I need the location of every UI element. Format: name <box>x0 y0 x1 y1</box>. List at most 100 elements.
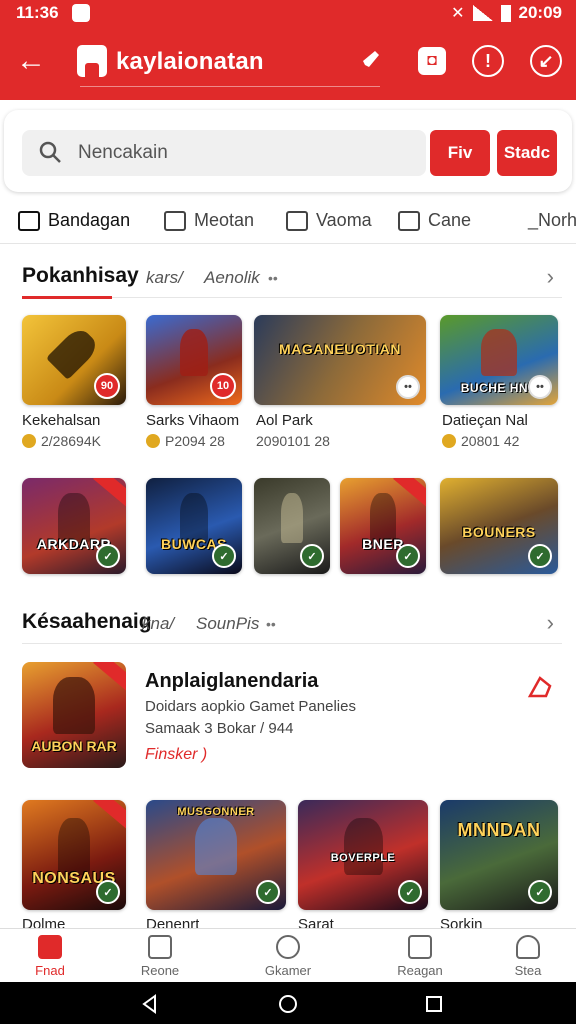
nav-profile[interactable]: Stea <box>478 935 576 978</box>
featured-title[interactable]: Anplaiglanendaria <box>145 670 318 693</box>
filter-button[interactable]: Fiv <box>430 130 490 176</box>
game-tile[interactable]: NONSAUS ✓ <box>22 800 126 910</box>
game-badge: ✓ <box>256 880 280 904</box>
game-tile[interactable]: ARKDARR ✓ <box>22 478 126 574</box>
section-divider <box>112 297 562 298</box>
game-badge: ✓ <box>96 880 120 904</box>
game-name[interactable]: Aol Park <box>256 412 313 429</box>
bookmark-icon <box>286 210 308 231</box>
search-icon <box>39 141 61 163</box>
nav-label: Reone <box>140 963 180 978</box>
back-arrow-icon[interactable]: ← <box>14 44 48 78</box>
coin-icon <box>146 434 160 448</box>
nav-label: Stea <box>514 963 542 978</box>
game-meta-value: 20801 42 <box>461 433 520 449</box>
system-back-icon[interactable] <box>140 994 160 1014</box>
app-bar: ← kaylaionatan ◘ ! ↙ <box>0 36 576 90</box>
tab-label: Cane <box>428 210 472 230</box>
game-tile[interactable]: ✓ <box>254 478 330 574</box>
tab-norh[interactable]: _Norh <box>528 210 576 231</box>
game-tile[interactable]: MUSGONNER ✓ <box>146 800 286 910</box>
game-badge: ✓ <box>212 544 236 568</box>
map-icon <box>164 210 186 231</box>
game-figure <box>53 676 95 735</box>
rocket-icon[interactable] <box>352 44 386 78</box>
book-icon <box>18 210 40 231</box>
game-tile[interactable]: MAGANEUOTIAN •• <box>254 315 426 405</box>
game-meta: P2094 28 <box>146 433 225 449</box>
nav-label: Gkamer <box>264 963 312 978</box>
game-art-title: MNNDAN <box>457 820 541 840</box>
nav-label: Reagan <box>397 963 443 978</box>
app-logo <box>77 45 107 77</box>
nav-chat[interactable]: Gkamer <box>238 935 338 978</box>
nav-calendar[interactable]: Reagan <box>370 935 470 978</box>
tab-cane[interactable]: Cane <box>398 210 471 231</box>
tab-vaoma[interactable]: Vaoma <box>286 210 372 231</box>
section-subtitle: kars/ <box>146 268 183 287</box>
game-badge: ✓ <box>528 880 552 904</box>
tab-label: Vaoma <box>316 210 372 230</box>
game-name[interactable]: Dolme <box>22 916 65 928</box>
chevron-right-icon[interactable]: › <box>547 610 554 636</box>
game-badge: ✓ <box>300 544 324 568</box>
game-meta: 2090101 28 <box>256 433 330 449</box>
game-name[interactable]: Sarat <box>298 916 334 928</box>
game-tile[interactable]: MNNDAN ✓ <box>440 800 558 910</box>
game-figure <box>280 493 304 544</box>
game-meta-value: 2090101 28 <box>256 433 330 449</box>
game-name[interactable]: Datieçan Nal <box>442 412 528 429</box>
nav-home[interactable]: Fnad <box>0 935 100 978</box>
section-underline <box>22 296 112 299</box>
featured-details: Samaak 3 Bokar / 944 <box>145 720 294 737</box>
game-art-title: MAGANEUOTIAN <box>279 341 401 357</box>
wishlist-icon[interactable] <box>526 672 556 702</box>
section-recommended-header[interactable]: Késaahenaig kna/ SounPis •• › <box>0 604 576 644</box>
tab-label: Meotan <box>194 210 255 230</box>
status-bar: 11:36 ✕ 20:09 <box>0 0 576 26</box>
game-name[interactable]: Sorkin <box>440 916 483 928</box>
game-art-title: MUSGONNER <box>177 806 255 818</box>
game-name[interactable]: Denenrt <box>146 916 199 928</box>
featured-artwork[interactable]: AUBON RAR <box>22 662 126 768</box>
game-tile[interactable]: BNER ✓ <box>340 478 426 574</box>
compass-icon[interactable]: ↙ <box>530 45 562 77</box>
section-popular-header[interactable]: Pokanhisay kars/ Aenolik •• › <box>0 258 576 299</box>
game-name[interactable]: Sarks Vihaom <box>146 412 239 429</box>
system-recents-icon[interactable] <box>424 994 444 1014</box>
tab-bandagan[interactable]: Bandagan <box>18 210 130 231</box>
sort-button[interactable]: Stadc <box>497 130 557 176</box>
game-badge: ✓ <box>528 544 552 568</box>
notification-icon <box>72 4 90 22</box>
featured-link[interactable]: Finsker ) <box>145 746 207 764</box>
game-art-title: BOVERPLE <box>330 852 396 864</box>
game-figure <box>195 817 237 875</box>
game-badge: ✓ <box>398 880 422 904</box>
chevron-right-icon[interactable]: › <box>547 264 554 290</box>
nav-label: Fnad <box>35 963 65 978</box>
top-bar: 11:36 ✕ 20:09 ← kaylaionatan ◘ ! ↙ <box>0 0 576 100</box>
profile-icon <box>516 935 540 959</box>
section-title: Pokanhisay <box>22 264 139 287</box>
status-right-time: 20:09 <box>518 3 562 22</box>
game-tile[interactable]: 10 <box>146 315 242 405</box>
game-tile[interactable]: BUWCAS ✓ <box>146 478 242 574</box>
game-meta: 2/28694K <box>22 433 101 449</box>
game-meta-value: 2/28694K <box>41 433 101 449</box>
camera-icon[interactable]: ◘ <box>418 47 446 75</box>
game-tile[interactable]: BOVERPLE ✓ <box>298 800 428 910</box>
search-input[interactable] <box>78 130 408 176</box>
info-icon[interactable]: ! <box>472 45 504 77</box>
game-tile[interactable]: 90 <box>22 315 126 405</box>
section-tag: Aenolik <box>204 268 260 287</box>
game-tile[interactable]: BUCHE HNR •• <box>440 315 558 405</box>
game-name[interactable]: Kekehalsan <box>22 412 100 429</box>
home-icon <box>38 935 62 959</box>
status-time: 11:36 <box>16 3 59 22</box>
game-tile[interactable]: BOUNERS ✓ <box>440 478 558 574</box>
section-subtitle: kna/ <box>142 614 175 633</box>
mute-icon: ✕ <box>451 5 465 22</box>
system-home-icon[interactable] <box>278 994 298 1014</box>
tab-meotan[interactable]: Meotan <box>164 210 254 231</box>
nav-list[interactable]: Reone <box>110 935 210 978</box>
